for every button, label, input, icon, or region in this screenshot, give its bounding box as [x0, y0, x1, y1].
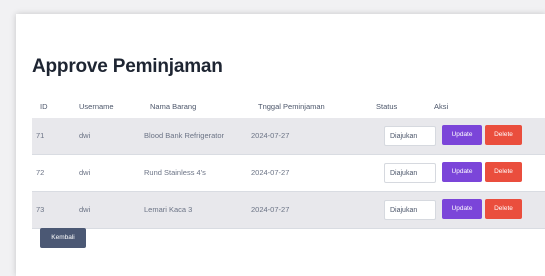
status-input[interactable]: Diajukan: [384, 126, 436, 146]
status-input[interactable]: Diajukan: [384, 163, 436, 183]
table-row: 72 dwi Rund Stainless 4's 2024-07-27 Dia…: [32, 155, 545, 192]
status-input[interactable]: Diajukan: [384, 200, 436, 220]
header-aksi: Aksi: [434, 102, 449, 111]
delete-button[interactable]: Delete: [485, 125, 522, 145]
cell-id: 73: [36, 205, 45, 214]
loan-table: ID Username Nama Barang Tnggal Peminjama…: [32, 96, 545, 229]
back-button[interactable]: Kembali: [40, 228, 86, 248]
table-row: 71 dwi Blood Bank Refrigerator 2024-07-2…: [32, 118, 545, 155]
cell-username: dwi: [79, 168, 91, 177]
cell-username: dwi: [79, 131, 91, 140]
header-id: ID: [40, 102, 48, 111]
update-button[interactable]: Update: [442, 199, 482, 219]
header-tanggal: Tnggal Peminjaman: [258, 102, 325, 111]
header-username: Username: [79, 102, 114, 111]
header-status: Status: [376, 102, 398, 111]
approval-card: Approve Peminjaman ID Username Nama Bara…: [16, 14, 545, 276]
table-header: ID Username Nama Barang Tnggal Peminjama…: [32, 96, 545, 118]
header-nama-barang: Nama Barang: [150, 102, 197, 111]
cell-tanggal: 2024-07-27: [251, 131, 290, 140]
cell-nama-barang: Lemari Kaca 3: [144, 205, 193, 214]
cell-username: dwi: [79, 205, 91, 214]
cell-nama-barang: Rund Stainless 4's: [144, 168, 206, 177]
cell-nama-barang: Blood Bank Refrigerator: [144, 131, 225, 140]
cell-id: 71: [36, 131, 45, 140]
cell-id: 72: [36, 168, 45, 177]
delete-button[interactable]: Delete: [485, 199, 522, 219]
cell-tanggal: 2024-07-27: [251, 168, 290, 177]
delete-button[interactable]: Delete: [485, 162, 522, 182]
page-title: Approve Peminjaman: [32, 56, 223, 77]
table-row: 73 dwi Lemari Kaca 3 2024-07-27 Diajukan…: [32, 192, 545, 229]
update-button[interactable]: Update: [442, 162, 482, 182]
cell-tanggal: 2024-07-27: [251, 205, 290, 214]
update-button[interactable]: Update: [442, 125, 482, 145]
